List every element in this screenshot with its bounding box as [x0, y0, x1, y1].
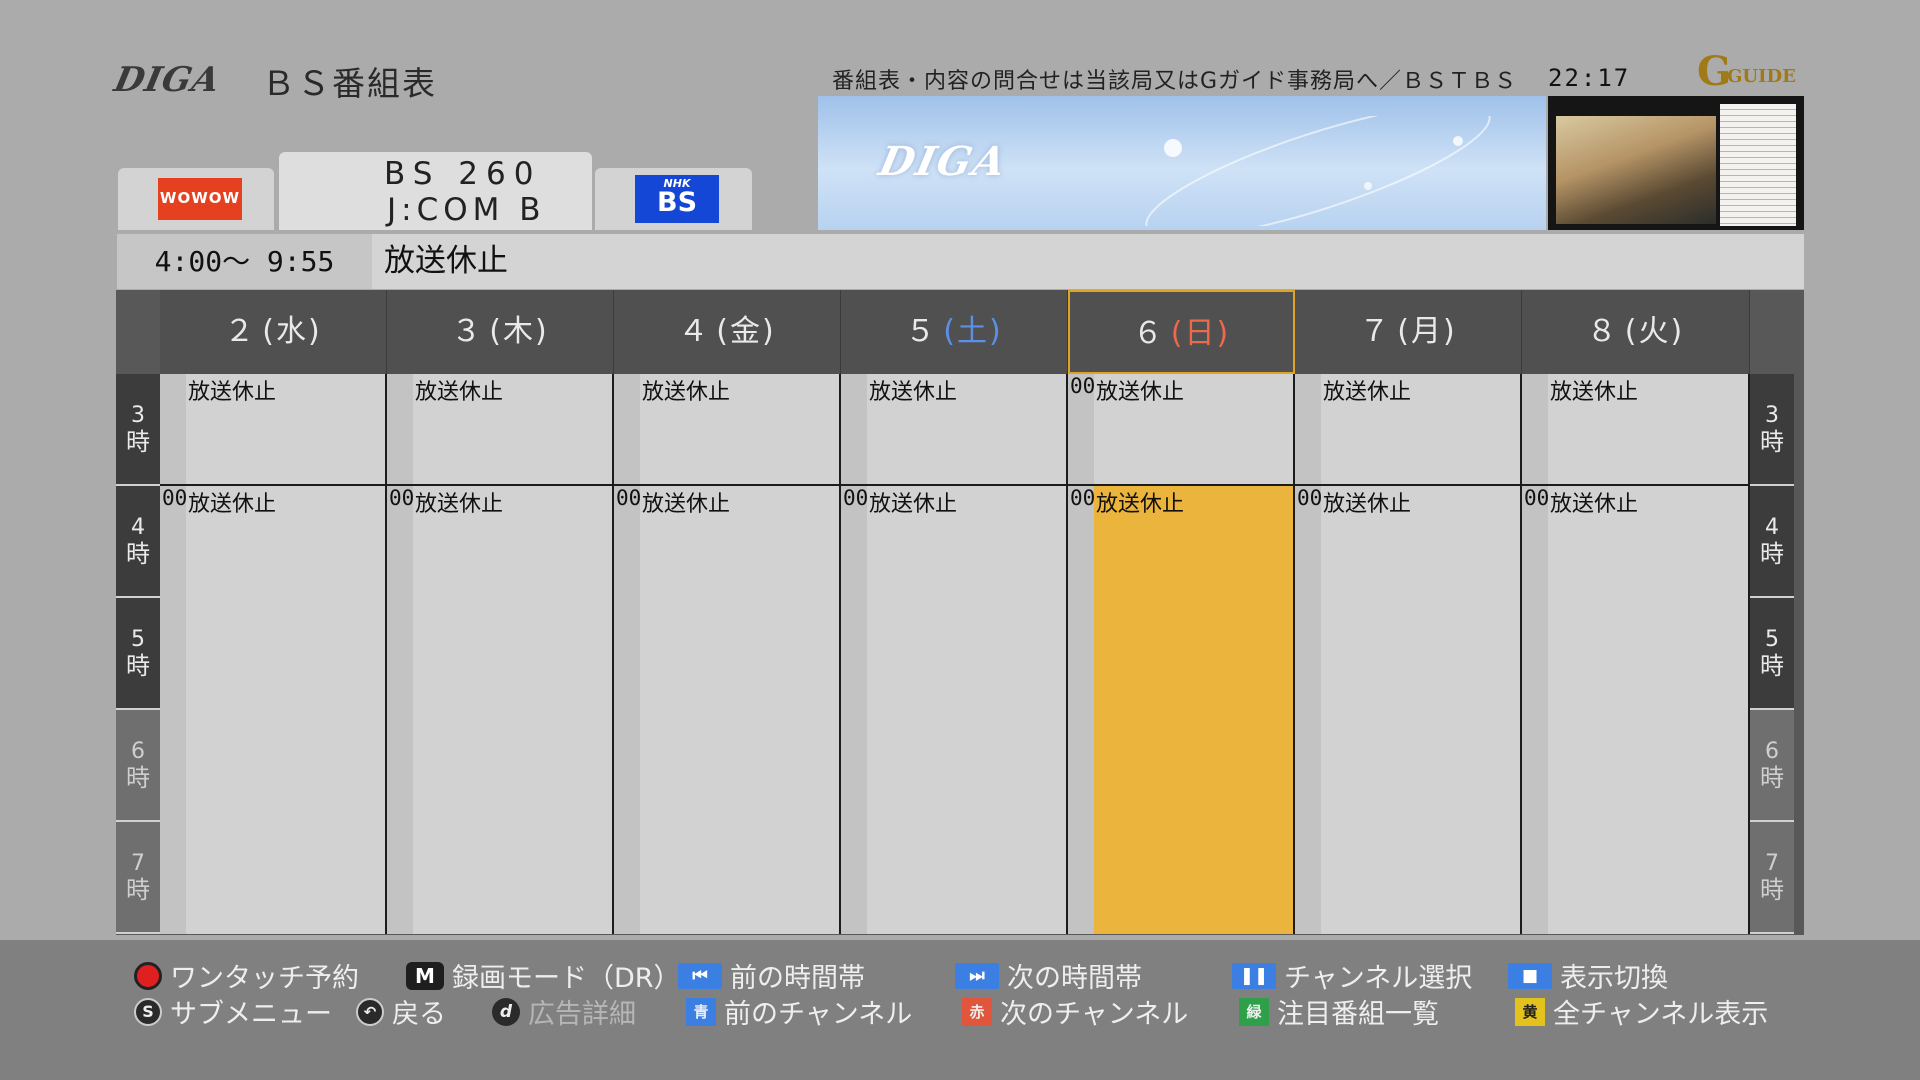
day-header-5[interactable]: ５ (土)	[841, 290, 1068, 374]
day-header-3[interactable]: ３ (木)	[387, 290, 614, 374]
hour-label-right-3: 3時	[1750, 374, 1794, 486]
channel-select-hint[interactable]: ❚❚ チャンネル選択	[1232, 956, 1472, 995]
program-cell[interactable]: 00 放送休止	[1522, 486, 1748, 934]
skip-forward-icon: ⏭	[955, 962, 999, 989]
return-icon: ↶	[356, 997, 384, 1026]
s-key-icon: S	[134, 997, 162, 1026]
wowow-logo: WOWOW	[158, 178, 242, 220]
ad-banner[interactable]: DIGA	[818, 96, 1546, 230]
diga-logo: DIGA	[110, 60, 225, 100]
day-column-5: 放送休止 00 放送休止	[841, 374, 1068, 934]
banner-diga-logo: DIGA	[875, 138, 1012, 185]
program-cell-selected[interactable]: 00 放送休止	[1070, 486, 1293, 934]
selected-program-time: 4:00～ 9:55	[117, 234, 372, 289]
article-image	[1720, 104, 1796, 226]
back-hint[interactable]: ↶ 戻る	[356, 992, 446, 1031]
ad-detail-hint[interactable]: d 広告詳細	[492, 992, 636, 1031]
selected-program-title: 放送休止	[372, 234, 1804, 289]
program-cell[interactable]: 放送休止	[614, 374, 839, 486]
d-key-icon: d	[492, 997, 520, 1026]
skip-back-icon: ⏮	[678, 962, 722, 989]
channel-number: BS 260	[384, 156, 542, 192]
program-cell[interactable]: 00 放送休止	[614, 486, 839, 934]
record-button-icon	[134, 961, 162, 990]
program-cell[interactable]: 00 放送休止	[160, 486, 385, 934]
g-guide-logo: G GUIDE	[1697, 48, 1796, 95]
day-column-8: 放送休止 00 放送休止	[1522, 374, 1750, 934]
program-cell[interactable]: 放送休止	[160, 374, 385, 486]
green-button-icon: 緑	[1239, 997, 1269, 1026]
ad-thumbnail[interactable]	[1548, 96, 1804, 230]
featured-programs-hint[interactable]: 緑注目番組一覧	[1239, 992, 1439, 1031]
next-channel-hint[interactable]: 赤次のチャンネル	[962, 992, 1188, 1031]
day-column-4: 放送休止 00 放送休止	[614, 374, 841, 934]
day-header-8[interactable]: ８ (火)	[1522, 290, 1750, 374]
day-header-7[interactable]: ７ (月)	[1295, 290, 1522, 374]
m-key-icon: M	[406, 961, 444, 990]
display-switch-hint[interactable]: ■ 表示切換	[1508, 956, 1668, 995]
program-cell[interactable]: 放送休止	[841, 374, 1066, 486]
day-header-6-selected[interactable]: ６ (日)	[1068, 290, 1295, 374]
day-header-4[interactable]: ４ (金)	[614, 290, 841, 374]
swirl-graphic	[1145, 116, 1491, 226]
program-cell[interactable]: 00 放送休止	[841, 486, 1066, 934]
day-column-6: 00 放送休止 00 放送休止	[1068, 374, 1295, 934]
nhk-bs-logo: NHK BS	[635, 175, 719, 223]
channel-tab-prev[interactable]: WOWOW	[118, 168, 274, 230]
program-cell[interactable]: 00 放送休止	[1295, 486, 1520, 934]
channel-tab-next[interactable]: NHK BS	[595, 168, 752, 230]
prev-timeslot-hint[interactable]: ⏮ 前の時間帯	[678, 956, 865, 995]
hour-label-left-6: 6時	[116, 710, 160, 822]
hour-label-left-5: 5時	[116, 598, 160, 710]
all-channels-hint[interactable]: 黄全チャンネル表示	[1515, 992, 1768, 1031]
channel-name: J:COM B	[387, 192, 546, 228]
day-header-row: ２ (水) ３ (木) ４ (金) ５ (土) ６ (日) ７ (月) ８ (火)	[160, 290, 1750, 374]
hour-label-right-6: 6時	[1750, 710, 1794, 822]
stop-icon: ■	[1508, 962, 1552, 989]
program-cell[interactable]: 放送休止	[1522, 374, 1748, 486]
one-touch-record-hint[interactable]: ワンタッチ予約	[134, 956, 359, 995]
day-column-7: 放送休止 00 放送休止	[1295, 374, 1522, 934]
day-column-3: 放送休止 00 放送休止	[387, 374, 614, 934]
program-cell[interactable]: 00 放送休止	[1068, 374, 1293, 486]
channel-tab-current[interactable]: BS 260 J:COM B	[279, 152, 592, 230]
page-title: ＢＳ番組表	[262, 64, 437, 103]
hour-label-right-7: 7時	[1750, 822, 1794, 934]
next-timeslot-hint[interactable]: ⏭ 次の時間帯	[955, 956, 1142, 995]
hour-label-left-4: 4時	[116, 486, 160, 598]
red-button-icon: 赤	[962, 997, 992, 1026]
button-guide-bar: ワンタッチ予約 M 録画モード（DR） ⏮ 前の時間帯 ⏭ 次の時間帯 ❚❚ チャンネル…	[0, 940, 1920, 1080]
hour-label-right-5: 5時	[1750, 598, 1794, 710]
submenu-hint[interactable]: S サブメニュー	[134, 992, 332, 1031]
day-column-2: 放送休止 00 放送休止	[160, 374, 387, 934]
rec-mode-hint[interactable]: M 録画モード（DR）	[406, 956, 681, 995]
day-header-2[interactable]: ２ (水)	[160, 290, 387, 374]
yellow-button-icon: 黄	[1515, 997, 1545, 1026]
program-cell[interactable]: 放送休止	[1295, 374, 1520, 486]
inquiry-notice: 番組表・内容の問合せは当該局又はGガイド事務局へ／ＢＳＴＢＳ	[832, 69, 1518, 94]
prev-channel-hint[interactable]: 青前のチャンネル	[686, 992, 912, 1031]
pause-icon: ❚❚	[1232, 962, 1276, 989]
blue-button-icon: 青	[686, 997, 716, 1026]
clock: 22:17	[1548, 64, 1631, 92]
hour-label-right-4: 4時	[1750, 486, 1794, 598]
hour-label-left-3: 3時	[116, 374, 160, 486]
hour-label-left-7: 7時	[116, 822, 160, 934]
program-cell[interactable]: 00 放送休止	[387, 486, 612, 934]
painting-image	[1556, 116, 1716, 224]
program-cell[interactable]: 放送休止	[387, 374, 612, 486]
